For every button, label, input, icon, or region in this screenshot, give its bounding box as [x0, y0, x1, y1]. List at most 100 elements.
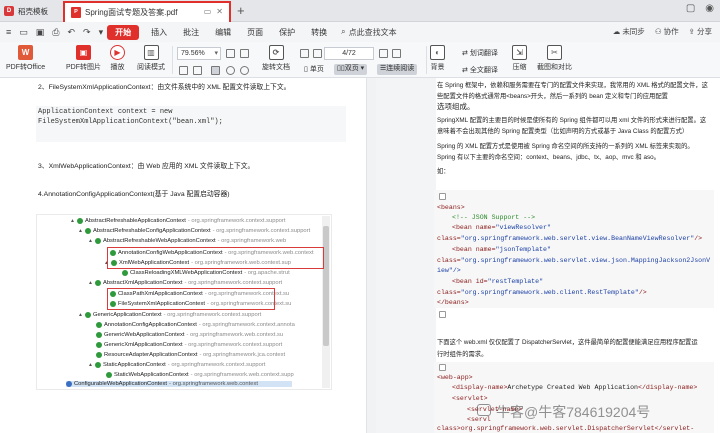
camera-icon — [477, 404, 491, 416]
watermark: 牛客@牛客784619204号 — [496, 404, 651, 420]
new-tab-button[interactable]: + — [237, 3, 245, 18]
rotate-doc-button[interactable]: ⟳ 旋转文档 — [262, 45, 290, 72]
tree-scrollbar — [322, 216, 330, 388]
prev-page-icon[interactable] — [313, 49, 322, 58]
book-icon: ▥ — [143, 45, 159, 60]
actual-size-icon[interactable] — [211, 66, 220, 75]
open-folder-icon[interactable]: ▭ — [19, 27, 28, 38]
class-icon — [106, 372, 112, 378]
zoom-in-icon[interactable] — [240, 49, 249, 58]
xml-line: <!-- JSON Support --> — [452, 214, 536, 221]
menu-convert[interactable]: 转换 — [303, 27, 335, 38]
xml-line: iew"/> — [437, 267, 461, 274]
print-icon[interactable]: ⎙ — [52, 27, 59, 38]
compress-button[interactable]: ⇲ 压缩 — [512, 45, 527, 72]
doc-item-3: 3、XmlWebApplicationContext：由 Web 应用的 XML… — [38, 163, 255, 170]
text-search[interactable]: ⌕ 点此查找文本 — [341, 27, 396, 38]
pdf-to-office-button[interactable]: W PDF转Office — [6, 45, 45, 72]
tree-node: ▲ AbstractXmlApplicationContext - org.spr… — [88, 280, 283, 286]
tree-node: AnnotationConfigApplicationContext - org… — [96, 322, 295, 328]
background-button[interactable]: ◐ 背景 — [430, 45, 445, 72]
hand-tool-icon[interactable] — [193, 66, 202, 75]
tab-document[interactable]: P Spring面试专题及答案.pdf ▭ ✕ — [63, 1, 231, 22]
para-line: 行时组件的需求。 — [437, 351, 488, 358]
tree-node: ▲ GenericApplicationContext - org.springf… — [78, 312, 262, 318]
vertical-scrollbar[interactable] — [366, 78, 376, 433]
pdf-to-image-button[interactable]: ▣ PDF转图片 — [66, 45, 101, 72]
continuous-read-button[interactable]: ☰连续阅读 — [377, 64, 418, 75]
dropdown-icon[interactable]: ▾ — [99, 27, 104, 38]
menu-annotate[interactable]: 批注 — [175, 27, 207, 38]
save-icon[interactable]: ▣ — [36, 27, 45, 38]
tab-home-label: 稻壳模板 — [18, 6, 48, 16]
zoom-out-icon[interactable] — [226, 49, 235, 58]
compress-icon: ⇲ — [512, 45, 527, 60]
para-line: 下面这个 web.xml 仅仅配置了 DispatcherServlet，这件最… — [437, 339, 698, 346]
tree-node: GenericWebApplicationContext - org.sprin… — [96, 332, 283, 338]
class-icon — [96, 322, 102, 328]
first-page-icon[interactable] — [300, 49, 309, 58]
xml-line: <display-name>Archetype Created Web Appl… — [452, 384, 698, 391]
tree-node: ▲ AbstractRefreshableWebApplicationContex… — [88, 238, 287, 244]
screenshot-compare-button[interactable]: ✂ 截图和对比 — [537, 45, 572, 72]
image-icon: ▣ — [76, 45, 91, 60]
code-line-2: FileSystemXmlApplicationContext("bean.xm… — [38, 118, 223, 126]
menu-page[interactable]: 页面 — [239, 27, 271, 38]
xml-line: <web-app> — [437, 374, 473, 381]
read-mode-button[interactable]: ▥ 阅读模式 — [137, 45, 165, 72]
redo-icon[interactable]: ↷ — [83, 27, 91, 38]
copy-code-icon[interactable] — [439, 311, 446, 318]
highlight-box-xml — [107, 288, 275, 310]
last-page-icon[interactable] — [392, 49, 401, 58]
tab-document-title: Spring面试专题及答案.pdf — [85, 8, 178, 17]
tab-home[interactable]: D 稻壳模板 — [0, 0, 58, 22]
tab-comment-icon[interactable]: ▭ — [204, 7, 212, 16]
copy-code-icon[interactable] — [439, 193, 446, 200]
people-icon: ⚇ — [654, 27, 664, 36]
select-tool-icon[interactable] — [179, 66, 188, 75]
single-page-button[interactable]: ▯ 单页 — [304, 64, 324, 74]
xml-line: <bean id="restTemplate" — [452, 278, 544, 285]
sync-status[interactable]: ☁ 未同步 — [613, 26, 645, 37]
xml-line: <bean name="viewResolver" — [452, 224, 551, 231]
xml-line: class="org.springframework.web.servlet.v… — [437, 235, 703, 242]
para-line: Spring 的 XML 配置方式是使用被 Spring 命名空间的所支持的一系… — [437, 143, 694, 150]
menu-protect[interactable]: 保护 — [271, 27, 303, 38]
share-icon: ⇪ — [688, 27, 697, 36]
double-page-icon: ▯▯ — [337, 65, 345, 72]
window-controls: ▢ ◉ — [686, 3, 714, 14]
search-icon: ⌕ — [341, 27, 346, 36]
class-icon — [84, 312, 91, 318]
translate-full-button[interactable]: ⇄ 全文翻译 — [462, 65, 498, 75]
class-icon — [76, 218, 83, 224]
next-page-icon[interactable] — [379, 49, 388, 58]
menu-start[interactable]: 开始 — [107, 24, 140, 40]
rotate-left-icon[interactable] — [226, 66, 235, 75]
copy-code-icon[interactable] — [439, 364, 446, 371]
toolbar-divider — [172, 46, 173, 74]
tree-node: ClassReloadingXMLWebApplicationContext -… — [122, 270, 290, 276]
avatar-icon[interactable]: ◉ — [705, 3, 714, 14]
share-button[interactable]: ⇪ 分享 — [689, 26, 712, 37]
menu-edit[interactable]: 编辑 — [207, 27, 239, 38]
para-line: SpringXML 配置的主要目的时候是使所有的 Spring 组件都可以用 x… — [437, 117, 707, 124]
class-icon — [96, 342, 102, 348]
minimize-icon[interactable]: ▢ — [686, 3, 695, 14]
play-button[interactable]: ▶ 播放 — [110, 45, 125, 72]
page-number-input[interactable]: 4/72 — [324, 47, 374, 60]
tree-node: ▲ AbstractRefreshableConfigApplicationCon… — [78, 228, 311, 234]
tree-node: GenericXmlApplicationContext - org.sprin… — [96, 342, 282, 348]
para-line: Spring 有以下主要的命名空间：context、beans、jdbc、tx、… — [437, 154, 660, 161]
docer-logo-icon: D — [4, 6, 14, 16]
undo-icon[interactable]: ↶ — [68, 27, 76, 38]
double-page-button[interactable]: ▯▯双页 ▾ — [334, 64, 368, 75]
hamburger-menu-icon[interactable]: ≡ — [6, 27, 11, 37]
xml-line: <bean name="jsonTemplate" — [452, 246, 551, 253]
tab-close-icon[interactable]: ✕ — [216, 7, 223, 16]
class-icon — [94, 238, 101, 244]
translate-select-button[interactable]: ⇄ 划词翻译 — [462, 48, 498, 58]
zoom-select[interactable]: 79.56% — [177, 47, 221, 60]
collab-button[interactable]: ⚇ 协作 — [655, 26, 679, 37]
menu-insert[interactable]: 插入 — [143, 27, 175, 38]
rotate-right-icon[interactable] — [240, 66, 249, 75]
